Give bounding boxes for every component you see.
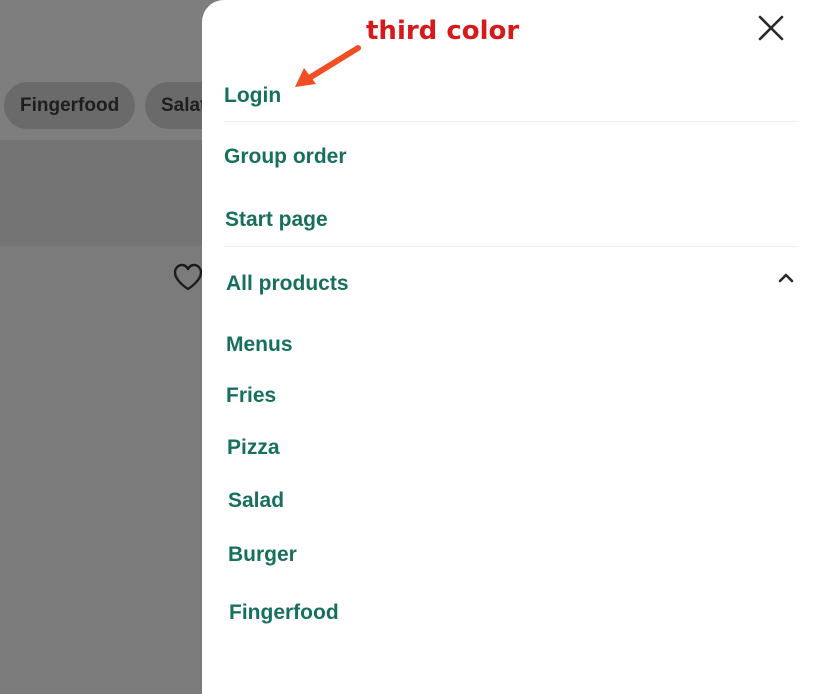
menu-item-group-order[interactable]: Group order [224,144,347,170]
menu-item-all-products[interactable]: All products [226,271,349,297]
submenu-item-salad[interactable]: Salad [228,488,284,514]
heart-icon[interactable] [172,262,204,292]
annotation-arrow-icon [295,45,361,87]
close-icon[interactable] [754,11,788,45]
divider [224,246,799,247]
menu-item-login[interactable]: Login [224,83,281,109]
category-chip-fingerfood[interactable]: Fingerfood [4,82,135,129]
submenu-item-fingerfood[interactable]: Fingerfood [229,600,339,626]
menu-item-start-page[interactable]: Start page [225,207,328,233]
submenu-item-burger[interactable]: Burger [228,542,297,568]
screen: Fingerfood Salat Login Group order Start… [0,0,813,694]
annotation-label: third color [366,16,520,46]
submenu-item-fries[interactable]: Fries [226,383,276,409]
submenu-item-menus[interactable]: Menus [226,332,293,358]
divider [224,121,799,122]
submenu-item-pizza[interactable]: Pizza [227,435,280,461]
navigation-drawer: Login Group order Start page All product… [202,0,813,694]
chevron-up-icon[interactable] [777,272,795,284]
